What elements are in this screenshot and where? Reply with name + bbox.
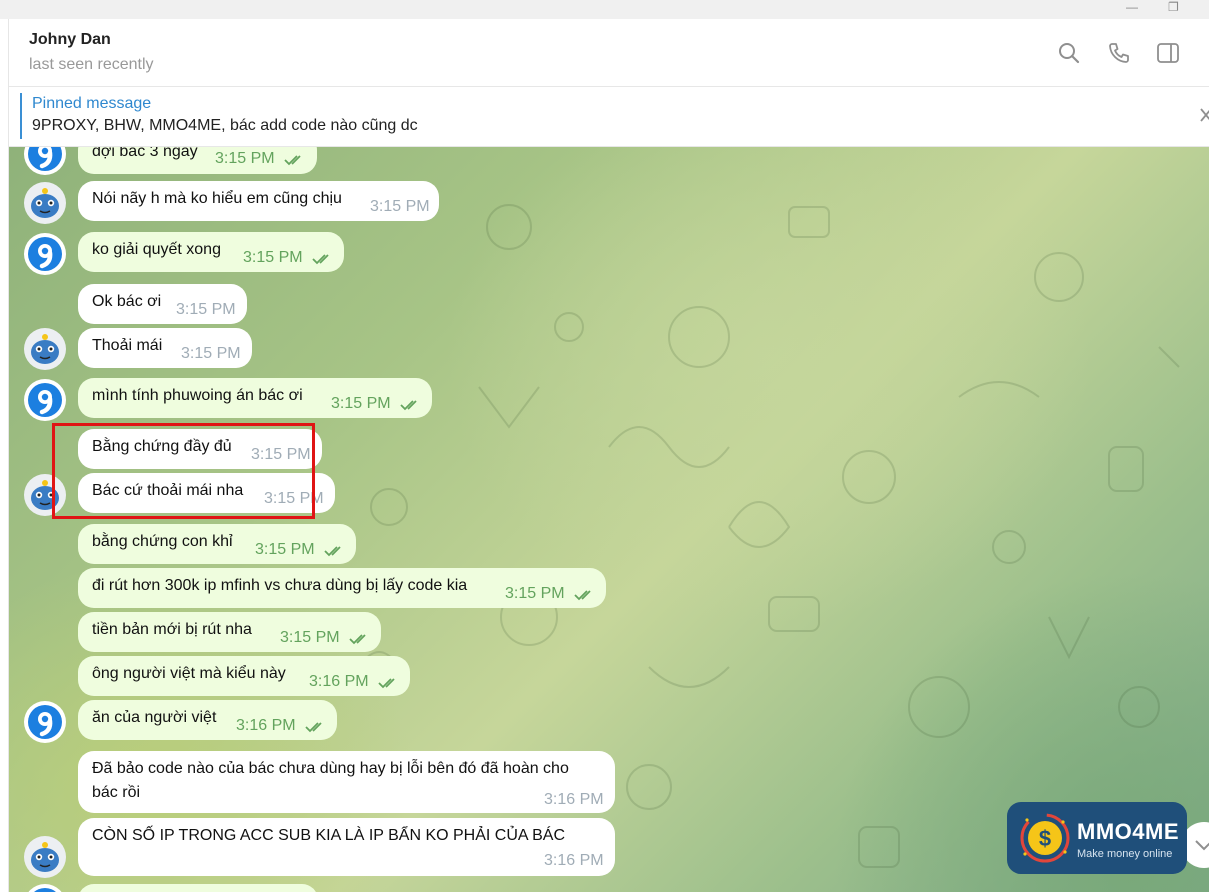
- avatar-9proxy[interactable]: [24, 701, 66, 743]
- pinned-title: Pinned message: [32, 95, 152, 112]
- avatar-johny-dan[interactable]: [24, 328, 66, 370]
- message-bubble[interactable]: ông người việt mà kiểu này 3:16 PM: [78, 656, 410, 696]
- search-icon[interactable]: [1057, 41, 1081, 65]
- read-ticks-icon: [378, 678, 395, 689]
- window-titlebar: — ❐: [0, 0, 1209, 19]
- phone-icon[interactable]: [1107, 41, 1131, 65]
- message-bubble[interactable]: đợi bác 3 ngày 3:15 PM: [78, 147, 317, 174]
- message-bubble[interactable]: đi rút hơn 300k ip mfinh vs chưa dùng bị…: [78, 568, 606, 608]
- message-text: Nói nãy h mà ko hiểu em cũng chịu: [92, 190, 342, 207]
- dollar-logo-icon: $: [1020, 813, 1070, 863]
- message-bubble[interactable]: mình tính phuwoing án bác ơi 3:15 PM: [78, 378, 432, 418]
- mmo4me-watermark: $ MMO4ME Make money online: [1007, 802, 1187, 874]
- message-text: ko giải quyết xong: [92, 241, 221, 258]
- read-ticks-icon: [284, 155, 301, 166]
- minimize-icon[interactable]: —: [1126, 0, 1138, 14]
- message-bubble[interactable]: ăn của người việt 3:16 PM: [78, 700, 337, 740]
- message-time: 3:15 PM: [243, 249, 303, 266]
- message-text: Thoải mái: [92, 337, 163, 354]
- message-bubble[interactable]: Thoải mái 3:15 PM: [78, 328, 252, 368]
- watermark-name: MMO4ME: [1077, 819, 1179, 844]
- highlight-box: [52, 423, 315, 519]
- message-text-line-2: bác rồi: [92, 784, 141, 801]
- message-time: 3:15 PM: [176, 301, 236, 318]
- message-text: Đã bảo code nào của bác chưa dùng hay bị…: [92, 760, 569, 777]
- svg-text:$: $: [1039, 826, 1051, 851]
- message-text: đi rút hơn 300k ip mfinh vs chưa dùng bị…: [92, 577, 468, 594]
- sidebar-toggle-icon[interactable]: [1156, 41, 1180, 65]
- message-bubble[interactable]: Đã bảo code nào của bác chưa dùng hay bị…: [78, 751, 615, 813]
- message-text: CÒN SỐ IP TRONG ACC SUB KIA LÀ IP BẨN KO…: [92, 827, 566, 844]
- read-ticks-icon: [305, 722, 322, 733]
- message-bubble[interactable]: CÒN SỐ IP TRONG ACC SUB KIA LÀ IP BẨN KO…: [78, 818, 615, 876]
- message-time: 3:15 PM: [370, 198, 430, 215]
- contact-status: last seen recently: [29, 56, 154, 73]
- avatar-9proxy[interactable]: [24, 379, 66, 421]
- watermark-tagline: Make money online: [1077, 848, 1173, 860]
- message-time: 3:15 PM: [215, 150, 275, 167]
- message-text: Ok bác ơi: [92, 293, 162, 310]
- message-time: 3:16 PM: [309, 673, 369, 690]
- message-time: 3:15 PM: [255, 541, 315, 558]
- message-bubble[interactable]: bằng chứng con khỉ 3:15 PM: [78, 524, 356, 564]
- pinned-accent-bar: [20, 93, 22, 139]
- close-pinned-icon[interactable]: [1199, 105, 1209, 125]
- read-ticks-icon: [324, 546, 341, 557]
- message-text: tiền bản mới bị rút nha: [92, 621, 252, 638]
- message-time: 3:15 PM: [181, 345, 241, 362]
- message-bubble[interactable]: tiền bản mới bị rút nha 3:15 PM: [78, 612, 381, 652]
- message-time: 3:16 PM: [544, 791, 604, 808]
- read-ticks-icon: [400, 400, 417, 411]
- message-bubble[interactable]: ko giải quyết xong 3:15 PM: [78, 232, 344, 272]
- read-ticks-icon: [574, 590, 591, 601]
- message-text: đợi bác 3 ngày: [92, 147, 198, 160]
- chat-area[interactable]: đợi bác 3 ngày 3:15 PM Nói nãy h mà ko h…: [9, 147, 1209, 892]
- pinned-message-bar[interactable]: Pinned message 9PROXY, BHW, MMO4ME, bác …: [9, 87, 1209, 147]
- avatar-9proxy-partial[interactable]: [24, 884, 66, 892]
- avatar-johny-dan[interactable]: [24, 182, 66, 224]
- avatar-9proxy[interactable]: [24, 147, 66, 175]
- message-time: 3:16 PM: [544, 852, 604, 869]
- read-ticks-icon: [349, 634, 366, 645]
- pinned-text: 9PROXY, BHW, MMO4ME, bác add code nào cũ…: [32, 117, 418, 134]
- message-bubble[interactable]: Ok bác ơi 3:15 PM: [78, 284, 247, 324]
- message-text: ông người việt mà kiểu này: [92, 665, 286, 682]
- message-time: 3:15 PM: [280, 629, 340, 646]
- chat-list-edge: [0, 19, 9, 892]
- message-text: ăn của người việt: [92, 709, 217, 726]
- avatar-johny-dan[interactable]: [24, 836, 66, 878]
- read-ticks-icon: [312, 254, 329, 265]
- chat-header: Johny Dan last seen recently: [9, 19, 1209, 87]
- restore-icon[interactable]: ❐: [1168, 0, 1179, 14]
- message-text: bằng chứng con khỉ: [92, 533, 233, 550]
- message-bubble[interactable]: Nói nãy h mà ko hiểu em cũng chịu 3:15 P…: [78, 181, 439, 221]
- message-time: 3:15 PM: [331, 395, 391, 412]
- message-bubble-partial[interactable]: [78, 884, 318, 892]
- avatar-9proxy[interactable]: [24, 233, 66, 275]
- message-time: 3:16 PM: [236, 717, 296, 734]
- message-text: mình tính phuwoing án bác ơi: [92, 387, 303, 404]
- contact-name[interactable]: Johny Dan: [29, 31, 111, 49]
- message-time: 3:15 PM: [505, 585, 565, 602]
